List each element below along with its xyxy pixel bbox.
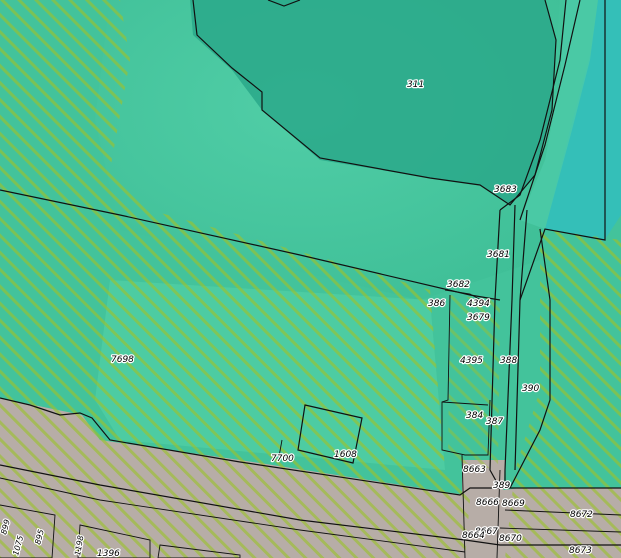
label-7700[interactable]: 7700	[270, 453, 296, 465]
label-7698[interactable]: 7698	[110, 354, 136, 366]
label-1608[interactable]: 1608	[333, 449, 359, 461]
cadastral-map[interactable]: 311 3683 3681 3682 386 4394 3679 7698 43…	[0, 0, 621, 558]
label-8666[interactable]: 8666	[475, 497, 501, 509]
label-3682[interactable]: 3682	[446, 279, 472, 291]
label-3679[interactable]: 3679	[466, 312, 492, 324]
label-4394[interactable]: 4394	[466, 298, 492, 310]
label-3683[interactable]: 3683	[493, 184, 519, 196]
label-8664[interactable]: 8664	[461, 530, 487, 542]
label-4395[interactable]: 4395	[459, 355, 485, 367]
label-8663[interactable]: 8663	[462, 464, 488, 476]
label-390[interactable]: 390	[521, 383, 541, 395]
label-8670[interactable]: 8670	[498, 533, 524, 545]
map-canvas[interactable]: 311 3683 3681 3682 386 4394 3679 7698 43…	[0, 0, 621, 558]
label-3681[interactable]: 3681	[486, 249, 511, 261]
label-8673[interactable]: 8673	[568, 545, 594, 557]
label-389[interactable]: 389	[492, 480, 512, 492]
label-311[interactable]: 311	[406, 79, 426, 91]
label-8669[interactable]: 8669	[501, 498, 527, 510]
label-1396[interactable]: 1396	[96, 548, 122, 558]
label-388[interactable]: 388	[499, 355, 519, 367]
label-8672[interactable]: 8672	[569, 509, 595, 521]
label-384[interactable]: 384	[465, 410, 485, 422]
label-387[interactable]: 387	[485, 416, 505, 428]
label-386[interactable]: 386	[427, 298, 447, 310]
